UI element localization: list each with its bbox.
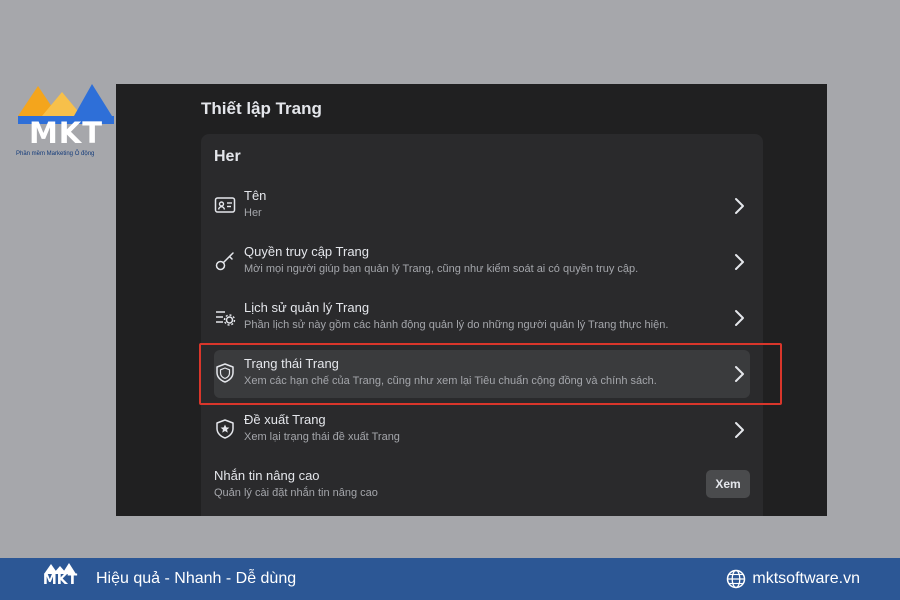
setting-label: Đề xuất Trang: [244, 412, 326, 427]
slogan: Hiệu quả - Nhanh - Dễ dùng: [96, 570, 297, 587]
setting-description: Quản lý cài đặt nhắn tin nâng cao: [214, 487, 378, 499]
setting-label: Tên: [244, 188, 267, 203]
chevron-right-icon: [735, 422, 744, 438]
setting-row-page-access[interactable]: Quyền truy cập Trang Mời mọi người giúp …: [214, 238, 750, 286]
settings-card: Her Tên Her Quyền truy cập Trang Mời mọi…: [201, 134, 763, 516]
setting-label: Nhắn tin nâng cao: [214, 468, 320, 483]
brand-logo: MKT Phần mềm Marketing Ô động: [16, 78, 116, 162]
highlight-box: [199, 343, 782, 405]
globe-icon: [726, 569, 746, 589]
id-card-icon: [214, 197, 236, 213]
banner-logo: MKT: [38, 562, 82, 596]
page-settings-panel: Thiết lập Trang Her Tên Her Quyền truy c…: [116, 84, 827, 516]
setting-row-name[interactable]: Tên Her: [214, 182, 750, 230]
settings-list-icon: [216, 311, 236, 326]
key-icon: [215, 252, 234, 271]
setting-description: Her: [244, 207, 262, 219]
page-title: Thiết lập Trang: [201, 99, 322, 118]
website-link[interactable]: mktsoftware.vn: [752, 570, 860, 588]
logo-text: MKT: [28, 116, 104, 150]
footer-banner: MKT Hiệu quả - Nhanh - Dễ dùng mktsoftwa…: [0, 558, 900, 600]
chevron-right-icon: [735, 198, 744, 214]
setting-description: Phần lịch sử này gồm các hành động quản …: [244, 319, 669, 331]
setting-row-page-recommendation[interactable]: Đề xuất Trang Xem lại trạng thái đề xuất…: [214, 406, 750, 454]
setting-description: Mời mọi người giúp bạn quản lý Trang, cũ…: [244, 263, 639, 275]
logo-tagline: Phần mềm Marketing Ô động: [16, 151, 95, 157]
card-title: Her: [214, 148, 241, 165]
setting-description: Xem lại trạng thái đề xuất Trang: [244, 431, 400, 443]
setting-label: Lịch sử quản lý Trang: [244, 300, 370, 315]
setting-label: Quyền truy cập Trang: [244, 244, 370, 259]
view-button[interactable]: Xem: [706, 470, 750, 498]
chevron-right-icon: [735, 310, 744, 326]
setting-row-advanced-messaging: Nhắn tin nâng cao Quản lý cài đặt nhắn t…: [214, 462, 750, 510]
star-shield-icon: [216, 419, 234, 439]
chevron-right-icon: [735, 254, 744, 270]
banner-logo-text: MKT: [42, 572, 78, 588]
setting-row-management-history[interactable]: Lịch sử quản lý Trang Phần lịch sử này g…: [214, 294, 750, 342]
